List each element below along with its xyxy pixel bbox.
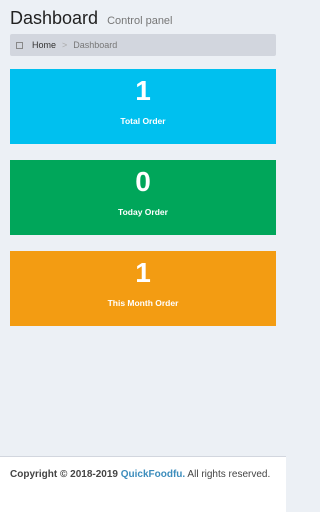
today-order-count: 0: [135, 166, 151, 197]
page-subtitle: Control panel: [107, 15, 173, 27]
month-order-box[interactable]: 1 This Month Order: [10, 251, 276, 326]
month-order-label: This Month Order: [107, 298, 179, 308]
total-order-count: 1: [135, 75, 151, 106]
breadcrumb-separator: >: [62, 40, 68, 50]
breadcrumb: Home > Dashboard: [10, 34, 276, 56]
month-order-count: 1: [135, 257, 151, 288]
today-order-label: Today Order: [118, 207, 168, 217]
breadcrumb-home-link[interactable]: Home: [32, 40, 56, 50]
footer: Copyright © 2018-2019 QuickFoodfu. All r…: [0, 456, 286, 512]
breadcrumb-current: Dashboard: [73, 40, 118, 50]
footer-brand-link[interactable]: QuickFoodfu.: [121, 469, 185, 480]
content-header: Dashboard Control panel: [10, 8, 276, 29]
footer-copyright: Copyright © 2018-2019: [10, 469, 118, 480]
footer-rights: All rights reserved.: [185, 469, 271, 480]
today-order-box[interactable]: 0 Today Order: [10, 160, 276, 235]
total-order-label: Total Order: [120, 116, 166, 126]
dashboard-icon: [16, 41, 23, 49]
total-order-box[interactable]: 1 Total Order: [10, 69, 276, 144]
page-title: Dashboard: [10, 8, 99, 28]
